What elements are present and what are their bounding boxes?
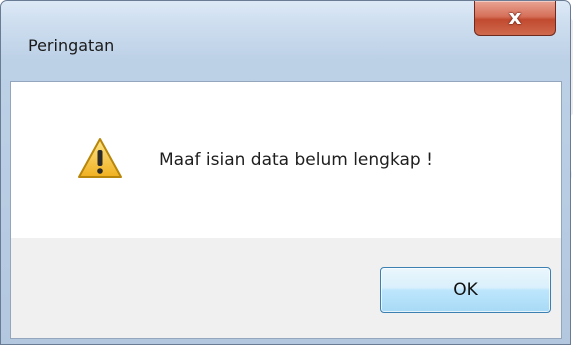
title-bar[interactable]: Peringatan x	[1, 1, 570, 81]
close-button[interactable]: x	[474, 1, 556, 36]
warning-message: Maaf isian data belum lengkap !	[159, 150, 433, 170]
message-area: Maaf isian data belum lengkap !	[10, 81, 562, 238]
ok-button[interactable]: OK	[380, 267, 551, 313]
warning-icon	[78, 138, 122, 178]
button-bar: OK	[10, 238, 562, 339]
dialog-window: Peringatan x Maaf isian data belum lengk…	[0, 0, 571, 345]
close-icon: x	[508, 5, 522, 29]
dialog-title: Peringatan	[28, 36, 115, 55]
